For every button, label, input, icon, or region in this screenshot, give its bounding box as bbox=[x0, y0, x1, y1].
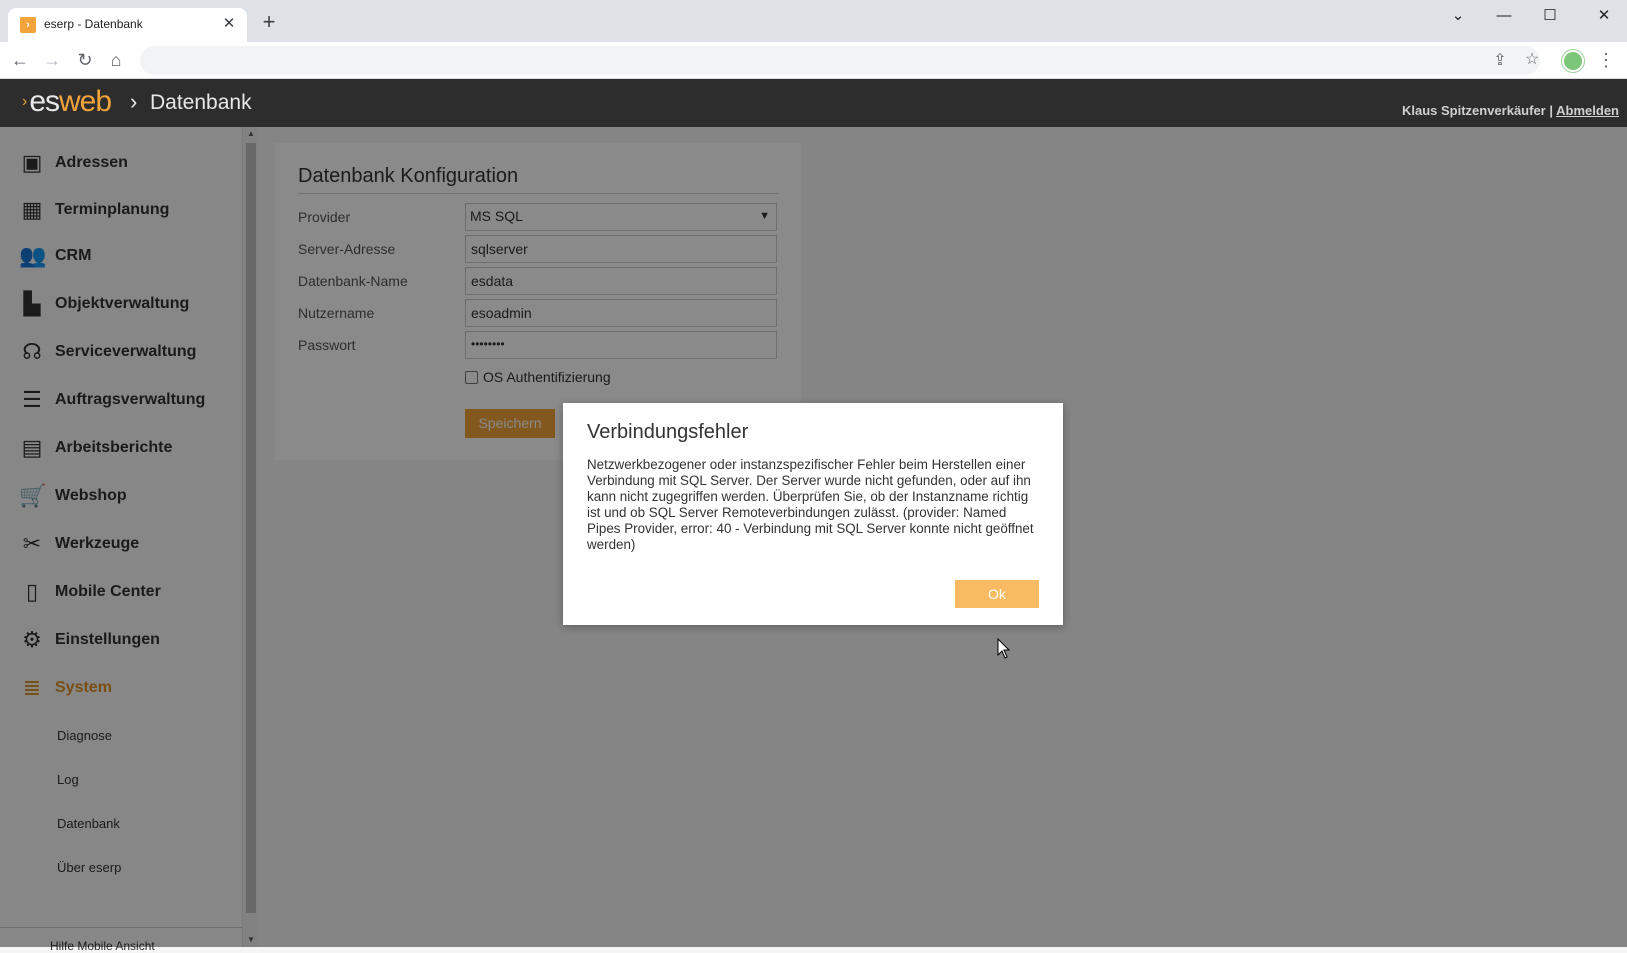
browser-tabstrip: › eserp - Datenbank ✕ + ⌄ — ☐ ✕ bbox=[0, 0, 1627, 42]
forward-icon[interactable]: → bbox=[40, 48, 64, 72]
share-icon[interactable]: ⇪ bbox=[1488, 49, 1512, 73]
bookmark-star-icon[interactable]: ☆ bbox=[1520, 48, 1544, 72]
esweb-logo[interactable]: › es web bbox=[22, 85, 112, 119]
browser-tab[interactable]: › eserp - Datenbank ✕ bbox=[8, 8, 247, 42]
tab-title: eserp - Datenbank bbox=[44, 17, 143, 31]
logout-link[interactable]: Abmelden bbox=[1556, 103, 1619, 118]
profile-avatar[interactable] bbox=[1562, 50, 1584, 72]
maximize-icon[interactable]: ☐ bbox=[1532, 4, 1568, 28]
close-tab-icon[interactable]: ✕ bbox=[219, 14, 239, 34]
address-bar[interactable] bbox=[140, 46, 1540, 75]
user-separator: | bbox=[1549, 103, 1554, 118]
user-area: Klaus Spitzenverkäufer | Abmelden bbox=[1402, 103, 1619, 118]
eserp-favicon-icon: › bbox=[20, 17, 36, 33]
new-tab-button[interactable]: + bbox=[257, 11, 281, 35]
mouse-cursor-icon bbox=[997, 638, 1011, 659]
dialog-message: Netzwerkbezogener oder instanzspezifisch… bbox=[587, 457, 1034, 552]
browser-menu-icon[interactable]: ⋮ bbox=[1596, 48, 1616, 72]
dialog-title: Verbindungsfehler bbox=[587, 421, 749, 443]
app-header: › es web › Datenbank Klaus Spitzenverkäu… bbox=[0, 79, 1627, 127]
home-icon[interactable]: ⌂ bbox=[104, 48, 128, 72]
logo-es: es bbox=[29, 85, 60, 118]
close-window-icon[interactable]: ✕ bbox=[1586, 4, 1622, 28]
breadcrumb-chevron-icon: › bbox=[130, 89, 138, 114]
logo-arrow-icon: › bbox=[22, 93, 28, 110]
minimize-icon[interactable]: — bbox=[1486, 4, 1522, 28]
logo-web: web bbox=[59, 85, 112, 118]
user-name: Klaus Spitzenverkäufer bbox=[1401, 103, 1546, 118]
browser-toolbar: ← → ↻ ⌂ ⇪ ☆ ⋮ bbox=[0, 42, 1627, 79]
reload-icon[interactable]: ↻ bbox=[73, 48, 97, 72]
page-title: Datenbank bbox=[150, 91, 252, 114]
error-dialog: Verbindungsfehler Netzwerkbezogener oder… bbox=[563, 403, 1063, 625]
ok-button[interactable]: Ok bbox=[955, 580, 1039, 608]
tab-search-icon[interactable]: ⌄ bbox=[1440, 4, 1476, 28]
back-icon[interactable]: ← bbox=[8, 48, 32, 72]
